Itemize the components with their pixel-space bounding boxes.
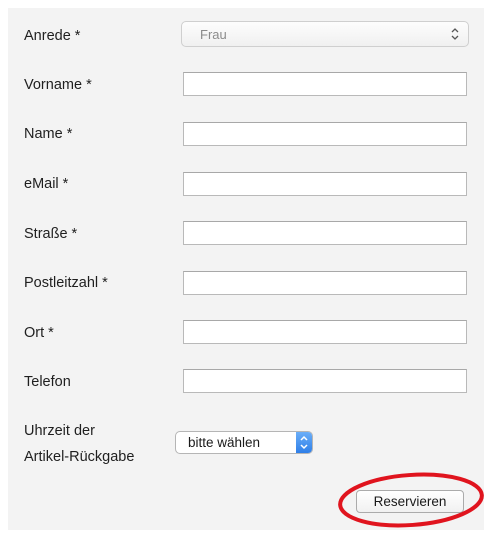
select-stepper[interactable] — [296, 432, 312, 453]
postleitzahl-label: Postleitzahl * — [24, 275, 108, 291]
telefon-label: Telefon — [24, 374, 71, 390]
email-field[interactable] — [183, 172, 467, 196]
email-label: eMail * — [24, 176, 69, 192]
anrede-select[interactable]: Frau — [181, 21, 469, 47]
name-field[interactable] — [183, 122, 467, 146]
vorname-label: Vorname * — [24, 77, 92, 93]
telefon-field[interactable] — [183, 369, 467, 393]
reservation-form: Anrede * Frau Vorname * Name * eMail * S… — [8, 8, 484, 530]
rueckgabe-time-label-line1: Uhrzeit der — [24, 423, 95, 439]
strasse-field[interactable] — [183, 221, 467, 245]
chevron-up-down-icon — [300, 435, 308, 450]
rueckgabe-time-label: Uhrzeit der Artikel-Rückgabe — [24, 418, 134, 470]
postleitzahl-field[interactable] — [183, 271, 467, 295]
rueckgabe-time-label-line2: Artikel-Rückgabe — [24, 449, 135, 465]
vorname-field[interactable] — [183, 72, 467, 96]
reservieren-button[interactable]: Reservieren — [356, 490, 464, 513]
ort-field[interactable] — [183, 320, 467, 344]
anrede-selected-value: Frau — [200, 27, 227, 42]
rueckgabe-time-select[interactable]: bitte wählen — [175, 431, 313, 454]
chevron-up-down-icon — [451, 28, 459, 40]
ort-label: Ort * — [24, 325, 54, 341]
name-label: Name * — [24, 126, 73, 142]
anrede-label: Anrede * — [24, 28, 81, 44]
rueckgabe-time-selected-value: bitte wählen — [188, 435, 261, 450]
strasse-label: Straße * — [24, 226, 78, 242]
